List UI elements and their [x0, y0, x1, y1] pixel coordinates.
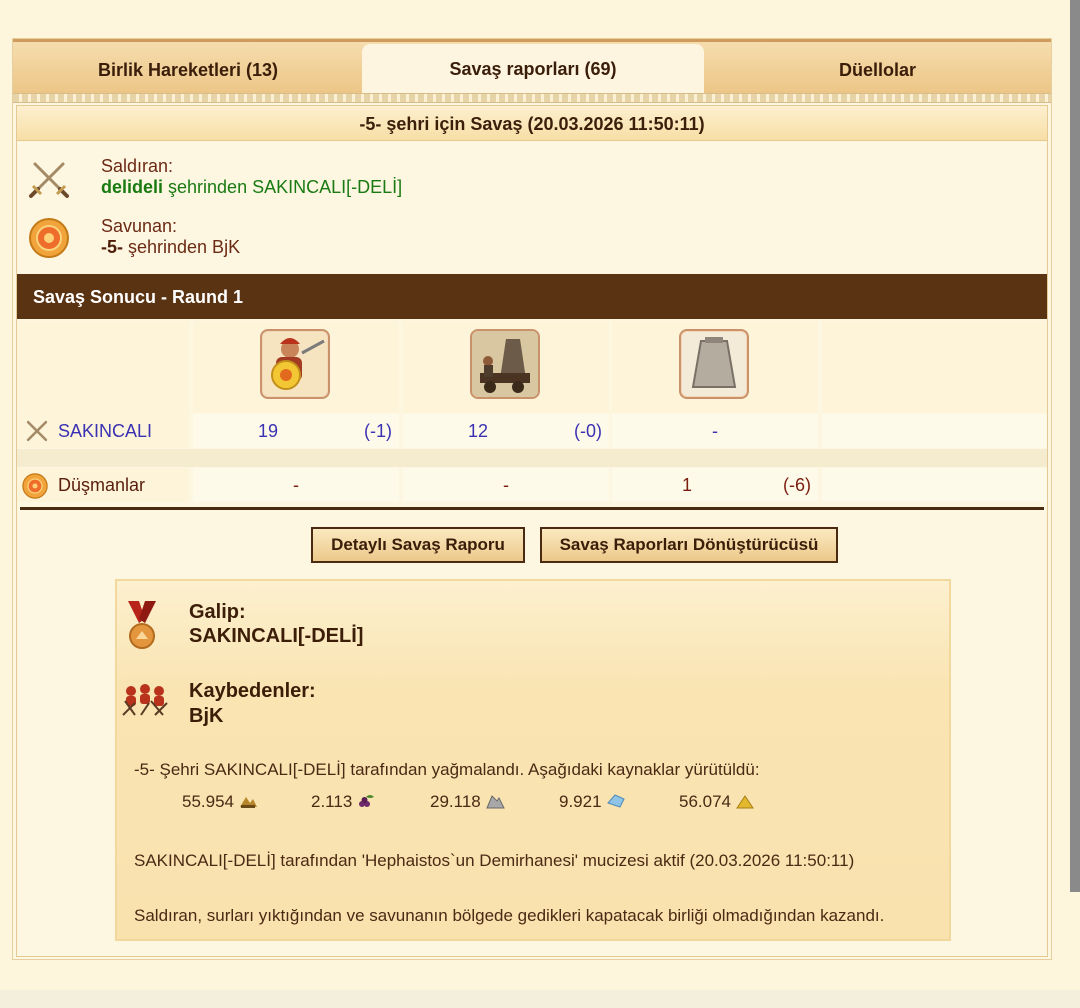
report-converter-button[interactable]: Savaş Raporları Dönüştürücüsü: [540, 527, 838, 563]
enemy-hoplite-cell: -: [193, 468, 399, 502]
battle-report-panel: Birlik Hareketleri (13) Savaş raporları …: [12, 38, 1052, 960]
wood-icon: [240, 797, 257, 808]
losers-name: BjK: [189, 705, 224, 727]
tab-troop-movements[interactable]: Birlik Hareketleri (13): [13, 42, 363, 93]
attacker-row-name[interactable]: SAKINCALI: [58, 414, 152, 448]
bottom-strip: [0, 990, 1080, 1008]
battle-result-header: Savaş Sonucu - Raund 1: [17, 274, 1047, 319]
crossed-swords-icon: [26, 420, 48, 442]
report-title: -5- şehri için Savaş (20.03.2026 11:50:1…: [17, 106, 1047, 141]
unit-header-empty: [17, 321, 189, 413]
enemy-wall-cell: 1 (-6): [612, 468, 818, 502]
enemy-row-filler: [822, 468, 1047, 502]
attacker-city-link[interactable]: delideli: [101, 177, 163, 197]
enemy-row-name: Düşmanlar: [58, 475, 146, 495]
attacker-wall-count: -: [712, 421, 718, 441]
enemy-hoplite-count: -: [293, 475, 299, 495]
wonder-text: SAKINCALI[-DELİ] tarafından 'Hephaistos`…: [134, 851, 855, 870]
enemy-ram-count: -: [503, 475, 509, 495]
defender-value: -5- şehrinden BjK: [101, 237, 240, 258]
losers-label: Kaybedenler:: [189, 680, 316, 702]
medal-icon: [128, 601, 156, 649]
resource-sulfur: 56.074: [679, 791, 755, 813]
wine-amount: 2.113: [311, 792, 353, 811]
tab-bar: Birlik Hareketleri (13) Savaş raporları …: [13, 39, 1051, 93]
shield-icon: [22, 473, 48, 499]
resource-crystal: 9.921: [559, 791, 626, 813]
defeated-troops-icon: [122, 684, 168, 716]
unit-cell-ram: [403, 321, 609, 413]
marble-amount: 29.118: [430, 792, 481, 811]
resource-wine: 2.113: [311, 791, 376, 813]
attacker-hoplite-count: 19: [257, 421, 279, 441]
enemy-row-label-cell: Düşmanlar: [17, 468, 189, 502]
attacker-wall-cell: -: [612, 414, 818, 448]
defender-city-link[interactable]: -5-: [101, 237, 123, 257]
report-frame: -5- şehri için Savaş (20.03.2026 11:50:1…: [16, 105, 1048, 957]
attacker-from-text: şehrinden SAKINCALI[-DELİ]: [163, 177, 403, 197]
resource-marble: 29.118: [430, 791, 505, 813]
enemy-ram-cell: -: [403, 468, 609, 502]
wood-amount: 55.954: [182, 792, 234, 811]
crossed-swords-icon: [29, 162, 69, 198]
unit-header-filler: [822, 321, 1047, 413]
pillage-text: -5- Şehri SAKINCALI[-DELİ] tarafından ya…: [134, 760, 760, 779]
attacker-ram-count: 12: [467, 421, 489, 441]
winner-label: Galip:: [189, 601, 246, 623]
defender-label: Savunan:: [101, 216, 178, 236]
defender-from-text: şehrinden BjK: [123, 237, 241, 257]
unit-cell-hoplite: [193, 321, 399, 413]
victory-reason-text: Saldıran, surları yıktığından ve savunan…: [134, 906, 885, 925]
tab-duels[interactable]: Düellolar: [704, 42, 1051, 93]
decorative-border: [13, 93, 1051, 103]
marble-icon: [485, 795, 505, 809]
hoplite-unit-icon[interactable]: [260, 329, 330, 399]
battle-summary: Galip: SAKINCALI[-DELİ] Kaybedenler: BjK…: [115, 579, 951, 941]
resource-wood: 55.954: [182, 791, 258, 813]
attacker-value: delideli şehrinden SAKINCALI[-DELİ]: [101, 177, 402, 198]
battering-ram-unit-icon[interactable]: [470, 329, 540, 399]
attacker-hoplite-cell: 19 (-1): [193, 414, 399, 448]
attacker-label: Saldıran:: [101, 156, 174, 176]
winner-name: SAKINCALI[-DELİ]: [189, 625, 364, 647]
scrollbar[interactable]: [1070, 0, 1080, 892]
city-wall-icon[interactable]: [679, 329, 749, 399]
unit-cell-wall: [612, 321, 818, 413]
table-divider: [20, 507, 1044, 510]
enemy-wall-count: 1: [681, 475, 692, 495]
attacker-row-label-cell: SAKINCALI: [17, 414, 189, 448]
tab-battle-reports[interactable]: Savaş raporları (69): [362, 44, 704, 93]
sulfur-icon: [736, 795, 754, 809]
attacker-row-filler: [822, 414, 1047, 448]
wine-icon: [359, 795, 375, 807]
row-spacer: [17, 449, 1047, 467]
detailed-report-button[interactable]: Detaylı Savaş Raporu: [311, 527, 525, 563]
crystal-icon: [606, 794, 625, 808]
crystal-amount: 9.921: [559, 792, 602, 811]
attacker-ram-cell: 12 (-0): [403, 414, 609, 448]
shield-icon: [29, 218, 69, 258]
sulfur-amount: 56.074: [679, 792, 731, 811]
